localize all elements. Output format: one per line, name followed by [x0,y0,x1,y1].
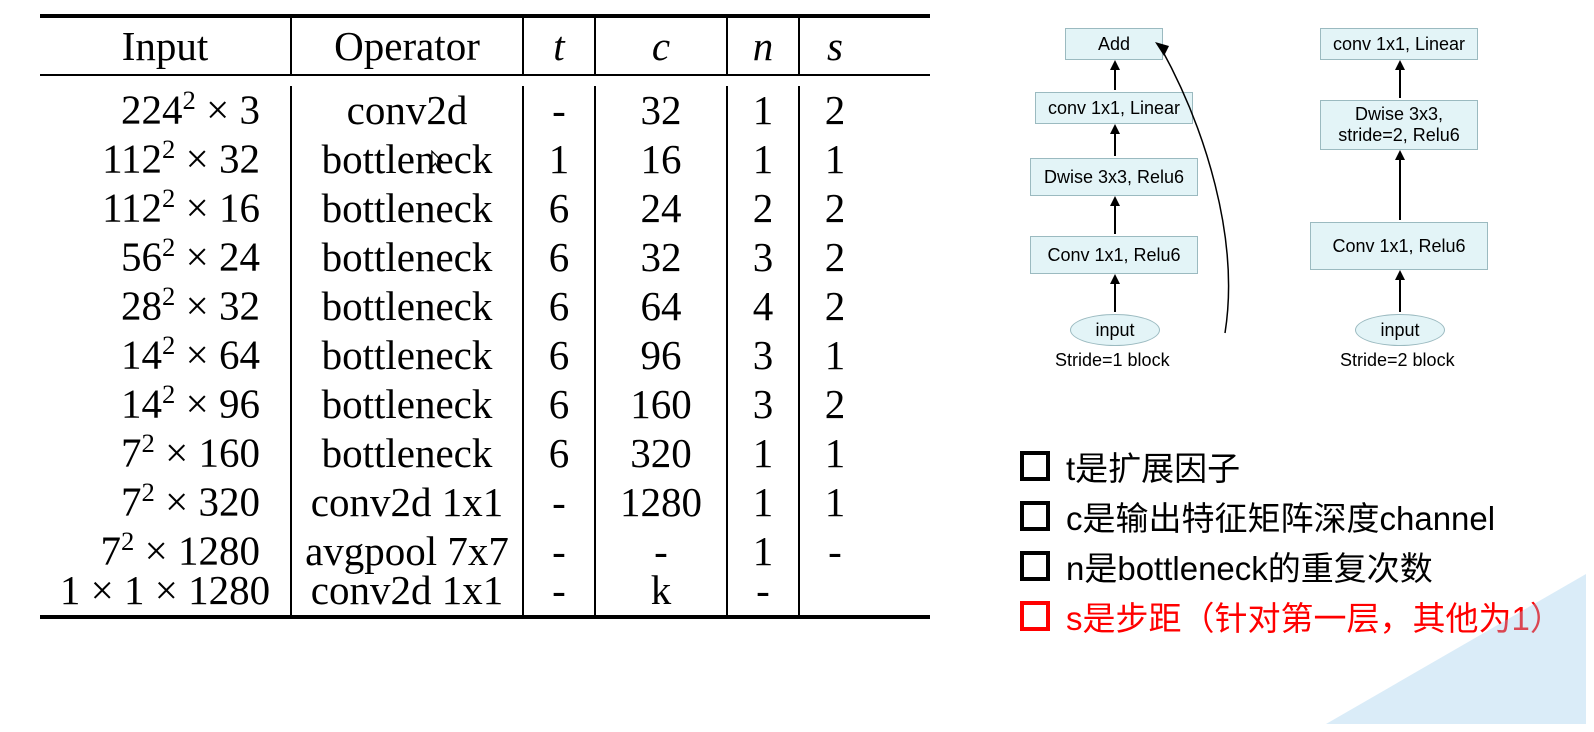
cell-c: 16 [596,135,728,184]
table-row: 1 × 1 × 1280conv2d 1x1-k- [40,566,930,615]
architecture-table: Input Operator t c n s 2242 × 3conv2d-32… [40,14,930,619]
diag-right-caption: Stride=2 block [1340,350,1455,371]
col-operator: Operator [290,18,524,74]
col-s: s [800,18,870,74]
cell-operator: bottleneck [290,184,524,233]
col-n: n [728,18,800,74]
cell-n: 2 [728,184,800,233]
cell-operator: conv2d 1x1 [290,566,524,615]
cell-t: - [524,478,596,527]
cell-operator: bottleneck [290,380,524,429]
cell-c: 32 [596,233,728,282]
table-body: 2242 × 3conv2d-32121122 × 32bottleneck11… [40,76,930,619]
cell-n: 1 [728,429,800,478]
cell-t: 6 [524,380,596,429]
cell-s: - [800,527,870,576]
cell-n: 1 [728,135,800,184]
cell-operator: bottleneck [290,282,524,331]
cell-s: 2 [800,233,870,282]
cell-t: 6 [524,233,596,282]
cell-t: - [524,86,596,135]
diag-left-caption: Stride=1 block [1055,350,1170,371]
cell-n: 3 [728,233,800,282]
cell-s: 2 [800,86,870,135]
cell-operator: bottleneck [290,233,524,282]
cell-t: 6 [524,429,596,478]
table-header: Input Operator t c n s [40,14,930,76]
diag-right-conv-relu: Conv 1x1, Relu6 [1310,222,1488,270]
bullet-icon [1020,601,1050,631]
cell-n: 3 [728,331,800,380]
cell-s: 1 [800,331,870,380]
cell-s: 1 [800,478,870,527]
cell-t: 6 [524,184,596,233]
legend-text-t: t是扩展因子 [1066,442,1240,490]
table-row: 2242 × 3conv2d-3212 [40,76,930,125]
cell-operator: bottleneck [290,331,524,380]
diag-left-input: input [1070,314,1160,346]
cell-operator: bottleneck [290,135,524,184]
skip-connection-arrow [1155,38,1240,338]
cell-s: 1 [800,429,870,478]
cell-s: 1 [800,135,870,184]
cell-c: k [596,566,728,615]
cell-c: 160 [596,380,728,429]
cell-c: 24 [596,184,728,233]
corner-triangle [1326,574,1586,724]
cell-c: 320 [596,429,728,478]
cell-operator: conv2d [290,86,524,135]
cell-t: 6 [524,282,596,331]
col-t: t [524,18,596,74]
cell-input: 1 × 1 × 1280 [40,566,290,615]
cell-operator: conv2d 1x1 [290,478,524,527]
cell-t: - [524,566,596,615]
diag-right-input: input [1355,314,1445,346]
cell-c: 1280 [596,478,728,527]
cell-c: 32 [596,86,728,135]
cell-s: 2 [800,380,870,429]
cell-s: 2 [800,282,870,331]
col-input: Input [40,18,290,74]
cell-operator: bottleneck [290,429,524,478]
legend-text-c: c是输出特征矩阵深度channel [1066,492,1495,540]
diag-right-dwise: Dwise 3x3, stride=2, Relu6 [1320,100,1478,150]
cell-n: - [728,566,800,615]
legend-item-t: t是扩展因子 [1020,442,1563,490]
cell-n: 1 [728,478,800,527]
diag-left-add: Add [1065,28,1163,60]
cell-s: 2 [800,184,870,233]
cell-t: 6 [524,331,596,380]
diag-right-conv-linear: conv 1x1, Linear [1320,28,1478,60]
cell-n: 4 [728,282,800,331]
cell-c: 64 [596,282,728,331]
cell-n: 1 [728,86,800,135]
bullet-icon [1020,551,1050,581]
bullet-icon [1020,451,1050,481]
cell-c: 96 [596,331,728,380]
bullet-icon [1020,501,1050,531]
col-c: c [596,18,728,74]
cell-n: 3 [728,380,800,429]
legend-item-c: c是输出特征矩阵深度channel [1020,492,1563,540]
cell-t: 1 [524,135,596,184]
